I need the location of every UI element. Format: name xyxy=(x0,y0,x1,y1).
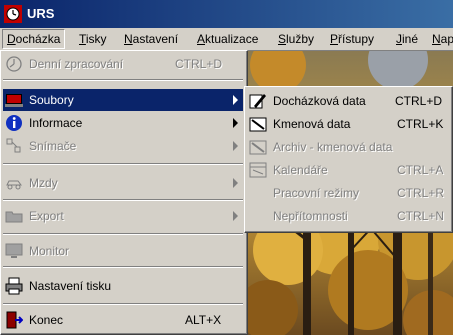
menu-separator xyxy=(3,163,243,165)
window-title: URS xyxy=(27,6,55,21)
menu-aktualizace-accel: A xyxy=(197,32,206,46)
submenu-item-dochazkova-data[interactable]: Docházková data CTRL+D xyxy=(247,90,448,112)
menu-item-label: Kmenová data xyxy=(273,117,351,131)
menu-item-soubory[interactable]: Soubory xyxy=(3,89,243,111)
dochazka-dropdown-menu: Denní zpracování CTRL+D Soubory Informac… xyxy=(0,50,248,335)
monitor-icon xyxy=(5,243,23,258)
menu-item-label: Nepřítomnosti xyxy=(273,209,348,223)
printer-icon xyxy=(5,277,23,295)
menu-item-label: Monitor xyxy=(29,244,70,258)
menu-item-mzdy[interactable]: Mzdy xyxy=(3,172,243,194)
clock-icon xyxy=(6,56,22,72)
archive-icon xyxy=(249,140,267,155)
menu-item-label: Konec xyxy=(29,313,64,327)
menu-item-label: Informace xyxy=(29,116,83,130)
menu-sluzby-accel: S xyxy=(278,32,287,46)
menu-separator xyxy=(3,266,243,268)
submenu-arrow-icon xyxy=(233,95,238,105)
menu-napoveda[interactable]: Nap xyxy=(428,30,453,48)
menu-item-label: Pracovní režimy xyxy=(273,186,360,200)
menu-tisky-rest: isky xyxy=(85,32,107,46)
menu-dochazka-rest: ocházka xyxy=(15,32,61,46)
menu-item-label: Nastavení tisku xyxy=(29,279,112,293)
menu-item-label: Archiv - kmenová data xyxy=(273,140,393,154)
menu-item-shortcut: CTRL+A xyxy=(397,163,444,177)
menu-item-label: Snímače xyxy=(29,139,77,153)
app-clock-icon xyxy=(4,5,22,23)
menu-item-shortcut: CTRL+D xyxy=(175,57,223,71)
menu-item-monitor[interactable]: Monitor xyxy=(3,240,243,262)
submenu-item-kalendare[interactable]: Kalendáře CTRL+A xyxy=(247,159,448,181)
menu-item-informace[interactable]: Informace xyxy=(3,112,243,134)
menu-item-shortcut: CTRL+K xyxy=(397,117,444,131)
submenu-item-kmenova-data[interactable]: Kmenová data CTRL+K xyxy=(247,113,448,135)
submenu-arrow-icon xyxy=(233,118,238,128)
menu-item-label: Export xyxy=(29,209,64,223)
menu-item-shortcut: ALT+X xyxy=(185,313,222,327)
menu-nastaveni-rest: astavení xyxy=(132,32,179,46)
menu-jine[interactable]: Jiné xyxy=(392,30,422,48)
laptop-icon xyxy=(5,94,23,107)
menu-item-nastaveni-tisku[interactable]: Nastavení tisku xyxy=(3,275,243,297)
menu-pristupy[interactable]: Přístupy xyxy=(326,30,378,48)
menu-item-snimace[interactable]: Snímače xyxy=(3,135,243,157)
edit-data-icon xyxy=(249,94,266,109)
menu-tisky-accel: T xyxy=(79,32,86,46)
submenu-arrow-icon xyxy=(233,141,238,151)
menu-nastaveni-accel: N xyxy=(124,32,133,46)
menu-item-label: Denní zpracování xyxy=(29,57,124,71)
submenu-item-archiv[interactable]: Archiv - kmenová data xyxy=(247,136,448,158)
exit-door-icon xyxy=(6,311,23,329)
menu-item-label: Kalendáře xyxy=(273,163,328,177)
submenu-arrow-icon xyxy=(233,178,238,188)
menu-tisky[interactable]: Tisky xyxy=(75,30,111,48)
folder-icon xyxy=(5,211,23,223)
menu-item-denni-zpracovani[interactable]: Denní zpracování CTRL+D xyxy=(3,53,243,75)
menu-bar: Docházka Tisky Nastavení Aktualizace Slu… xyxy=(0,28,453,51)
menu-aktualizace[interactable]: Aktualizace xyxy=(193,30,262,48)
menu-pristupy-accel: P xyxy=(330,32,339,46)
master-data-icon xyxy=(249,117,267,132)
menu-separator xyxy=(3,303,243,305)
menu-item-shortcut: CTRL+R xyxy=(397,186,445,200)
menu-separator xyxy=(3,79,243,81)
menu-separator xyxy=(3,233,243,235)
menu-item-label: Soubory xyxy=(29,93,74,107)
car-icon xyxy=(6,180,22,190)
soubory-submenu: Docházková data CTRL+D Kmenová data CTRL… xyxy=(244,86,453,233)
menu-dochazka[interactable]: Docházka xyxy=(2,29,66,49)
menu-aktualizace-rest: ktualizace xyxy=(205,32,259,46)
menu-item-konec[interactable]: Konec ALT+X xyxy=(3,309,243,331)
menu-jine-rest: iné xyxy=(402,32,419,46)
submenu-item-pracovni-rezimy[interactable]: Pracovní režimy CTRL+R xyxy=(247,182,448,204)
menu-item-label: Mzdy xyxy=(29,176,58,190)
menu-sluzby-rest: lužby xyxy=(286,32,315,46)
menu-napoveda-rest: ap xyxy=(440,32,453,46)
menu-dochazka-accel: D xyxy=(7,32,16,46)
calendar-icon xyxy=(249,162,267,178)
submenu-arrow-icon xyxy=(233,211,238,221)
menu-separator xyxy=(3,199,243,201)
network-icon xyxy=(6,138,21,153)
menu-nastaveni[interactable]: Nastavení xyxy=(120,30,182,48)
menu-item-shortcut: CTRL+D xyxy=(395,94,443,108)
menu-pristupy-rest: řístupy xyxy=(338,32,375,46)
menu-item-label: Docházková data xyxy=(273,94,366,108)
submenu-item-nepritomnosti[interactable]: Nepřítomnosti CTRL+N xyxy=(247,205,448,227)
menu-sluzby[interactable]: Služby xyxy=(274,30,318,48)
menu-item-shortcut: CTRL+N xyxy=(397,209,445,223)
menu-napoveda-accel: N xyxy=(432,32,441,46)
title-bar[interactable]: URS xyxy=(0,0,453,28)
info-icon xyxy=(6,115,22,131)
menu-item-export[interactable]: Export xyxy=(3,205,243,227)
